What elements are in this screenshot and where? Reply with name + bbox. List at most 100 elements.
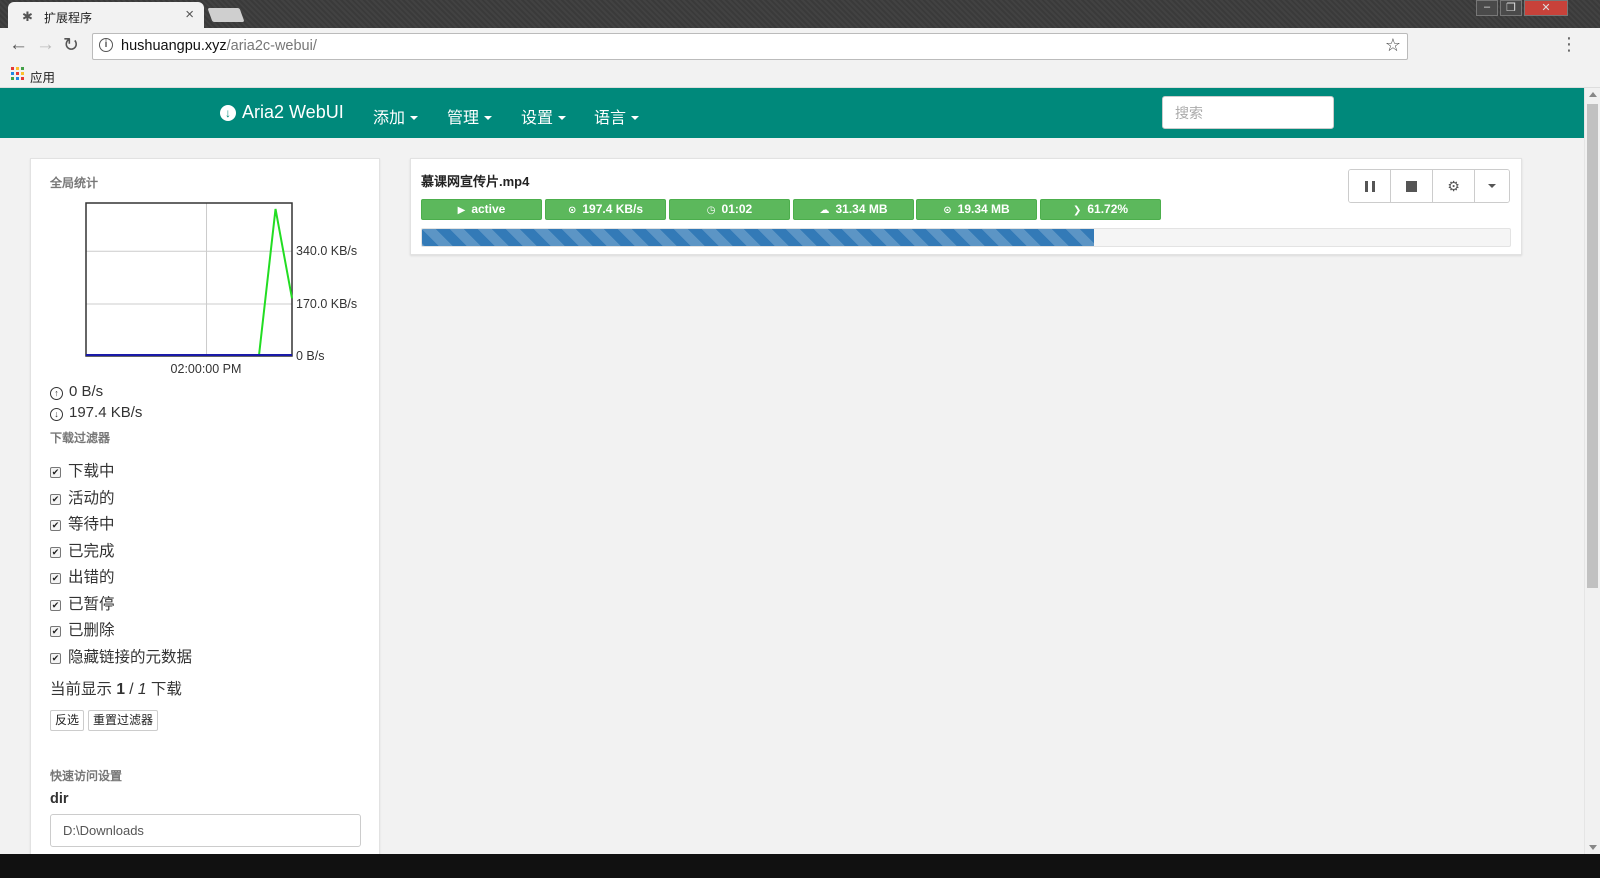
filter-item[interactable]: ✔ 已暂停 (50, 592, 115, 614)
quick-settings-title: 快速访问设置 (50, 769, 123, 783)
download-speed-value: 197.4 KB/s (69, 404, 143, 421)
filter-label: 下载中 (68, 463, 115, 480)
count-line: 当前显示 1 / 1 下载 (50, 677, 182, 699)
address-bar[interactable]: i hushuangpu.xyz/aria2c-webui/ ☆ (92, 33, 1408, 60)
download-icon: ↓ (220, 105, 236, 121)
forward-icon[interactable]: → (36, 34, 55, 56)
x-tick-label: 02:00:00 PM (171, 362, 242, 376)
brand-title: Aria2 WebUI (242, 102, 344, 122)
filter-item[interactable]: ✔ 已完成 (50, 539, 115, 561)
filter-item[interactable]: ✔ 出错的 (50, 565, 115, 587)
menu-language[interactable]: 语言 (594, 104, 640, 128)
download-item[interactable]: 慕课网宣传片.mp4 ▶ active ⊙ 197.4 KB/s ◷ 01:02 ☁ 3… (410, 158, 1522, 255)
count-shown: 1 (116, 681, 125, 698)
progress-track (421, 228, 1511, 247)
download-actions: ⚙ (1348, 169, 1510, 203)
filter-checkbox[interactable]: ✔ (50, 626, 61, 637)
close-icon[interactable]: × (185, 6, 194, 23)
filter-item[interactable]: ✔ 下载中 (50, 459, 115, 481)
upload-speed-value: 0 B/s (69, 383, 104, 400)
percent-value: 61.72% (1087, 202, 1129, 216)
stop-icon (1406, 180, 1417, 192)
window-close-button[interactable]: ✕ (1524, 0, 1568, 16)
info-icon[interactable]: i (99, 38, 113, 52)
search-input[interactable] (1162, 96, 1334, 129)
size-value: 31.34 MB (835, 202, 888, 216)
star-icon[interactable]: ☆ (1385, 35, 1401, 56)
filter-item[interactable]: ✔ 等待中 (50, 512, 115, 534)
filter-checkbox[interactable]: ✔ (50, 573, 61, 584)
status-badge: ▶ active (421, 199, 542, 220)
y-tick-label: 0 B/s (296, 349, 325, 363)
minimize-button[interactable]: – (1476, 0, 1498, 16)
menu-add[interactable]: 添加 (373, 104, 419, 128)
menu-manage[interactable]: 管理 (447, 104, 493, 128)
brand-link[interactable]: ↓ Aria2 WebUI (220, 102, 344, 123)
scroll-thumb[interactable] (1587, 104, 1598, 588)
pause-icon (1364, 180, 1375, 192)
chevron-right-icon: ❯ (1072, 205, 1082, 216)
os-taskbar (0, 854, 1600, 878)
y-tick-label: 170.0 KB/s (296, 297, 357, 311)
settings-button[interactable]: ⚙ (1433, 170, 1475, 202)
filter-checkbox[interactable]: ✔ (50, 467, 61, 478)
url-path: /aria2c-webui/ (226, 38, 317, 54)
dir-label: dir (50, 791, 69, 807)
app-navbar: ↓ Aria2 WebUI 添加 管理 设置 语言 (0, 88, 1584, 138)
stop-button[interactable] (1391, 170, 1433, 202)
apps-icon[interactable] (11, 67, 24, 80)
eta-value: 01:02 (721, 202, 753, 216)
filter-label: 出错的 (68, 569, 115, 586)
status-value: active (471, 202, 506, 216)
reload-icon[interactable]: ↻ (63, 34, 79, 57)
eta-badge: ◷ 01:02 (669, 199, 790, 220)
caret-down-icon (410, 116, 419, 120)
filter-label: 隐藏链接的元数据 (68, 648, 193, 666)
download-speed: ↓ 197.4 KB/s (50, 404, 142, 421)
scroll-down-icon[interactable] (1589, 845, 1597, 850)
gear-icon: ⚙ (1447, 177, 1460, 194)
new-tab-button[interactable] (207, 8, 245, 22)
more-dropdown-button[interactable] (1475, 170, 1509, 202)
menu-icon[interactable]: ⋮ (1560, 34, 1578, 55)
clock-icon: ◷ (706, 205, 716, 216)
download-icon: ↓ (50, 408, 63, 421)
pause-button[interactable] (1349, 170, 1391, 202)
caret-down-icon (558, 116, 567, 120)
invert-filter-button[interactable]: 反选 (50, 710, 85, 731)
upload-icon: ↑ (50, 387, 63, 400)
download-icon: ⊙ (943, 205, 952, 216)
downloaded-badge: ⊙ 19.34 MB (916, 199, 1037, 220)
count-prefix: 当前显示 (50, 681, 113, 698)
filter-checkbox[interactable]: ✔ (50, 520, 61, 531)
dir-input[interactable] (50, 814, 361, 847)
count-suffix: 下载 (150, 681, 182, 698)
tab-title: 扩展程序 (44, 11, 93, 25)
count-separator: / (129, 681, 134, 698)
filter-item[interactable]: ✔ 已删除 (50, 618, 115, 640)
filter-checkbox[interactable]: ✔ (50, 546, 61, 558)
menu-language-label: 语言 (594, 110, 627, 127)
filter-checkbox[interactable]: ✔ (50, 493, 61, 505)
apps-bookmark[interactable]: 应用 (30, 67, 55, 86)
bookmarks-bar: 应用 (0, 64, 1600, 88)
scroll-up-icon[interactable] (1589, 92, 1597, 97)
back-icon[interactable]: ← (9, 34, 28, 56)
page-scrollbar[interactable] (1584, 88, 1600, 854)
filter-item[interactable]: ✔ 活动的 (50, 486, 115, 508)
browser-tab[interactable]: ✱ 扩展程序 × (8, 2, 204, 30)
filter-item[interactable]: ✔ 隐藏链接的元数据 (50, 645, 192, 667)
restore-button[interactable]: ❐ (1500, 0, 1522, 16)
cloud-download-icon: ☁ (819, 205, 830, 216)
filter-label: 已完成 (68, 542, 115, 560)
upload-speed: ↑ 0 B/s (50, 383, 103, 400)
percent-badge: ❯ 61.72% (1040, 199, 1161, 220)
filter-checkbox[interactable]: ✔ (50, 652, 61, 664)
reset-filter-button[interactable]: 重置过滤器 (88, 710, 159, 731)
speed-value: 197.4 KB/s (582, 202, 644, 216)
menu-add-label: 添加 (373, 110, 406, 127)
menu-settings[interactable]: 设置 (521, 104, 567, 128)
filter-checkbox[interactable]: ✔ (50, 599, 61, 611)
size-badge: ☁ 31.34 MB (793, 199, 914, 220)
menu-manage-label: 管理 (447, 110, 480, 127)
